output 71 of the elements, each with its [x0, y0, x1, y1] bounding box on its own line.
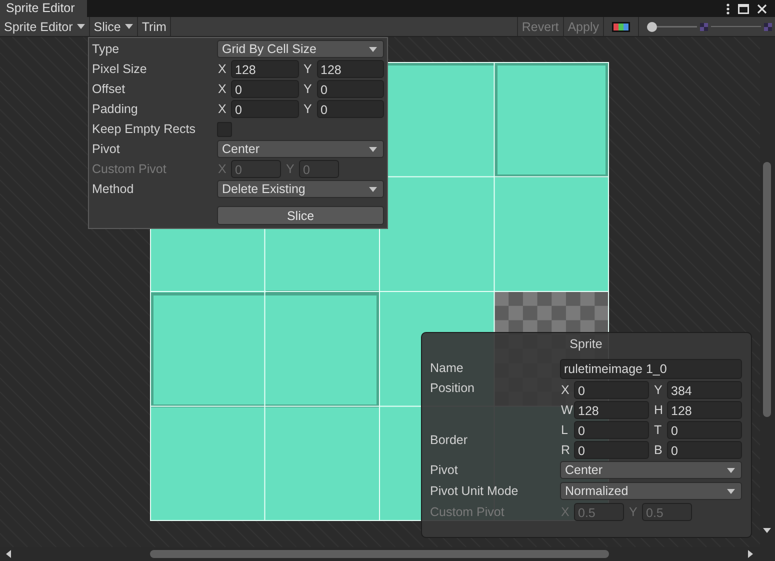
- field-label: Pivot: [430, 462, 459, 479]
- field-label: Pivot Unit Mode: [430, 483, 520, 500]
- field-label: Pivot: [92, 141, 121, 158]
- window-tab[interactable]: Sprite Editor: [0, 0, 87, 17]
- field-label: Offset: [92, 81, 126, 98]
- input-field[interactable]: ruletimeimage 1_0: [560, 359, 742, 379]
- input-field[interactable]: 0: [316, 80, 384, 98]
- axis-label: X: [560, 383, 570, 397]
- input-field[interactable]: 0: [574, 381, 649, 399]
- caret-icon: [369, 46, 377, 52]
- scroll-thumb[interactable]: [150, 550, 609, 558]
- caret-icon: [369, 186, 377, 192]
- axis-label: Y: [302, 62, 313, 76]
- axis-label: T: [653, 423, 663, 437]
- caret-icon: [369, 146, 377, 152]
- input-field[interactable]: 0: [231, 100, 298, 118]
- maximize-icon: [738, 4, 749, 14]
- caret-icon: [727, 468, 735, 472]
- axis-label: Y: [302, 102, 313, 116]
- axis-label: Y: [653, 383, 664, 397]
- axis-label: W: [560, 403, 574, 417]
- caret-icon: [124, 24, 133, 29]
- slice-button[interactable]: Slice: [217, 206, 384, 225]
- axis-label: X: [217, 102, 228, 116]
- input-field[interactable]: 0: [316, 100, 384, 118]
- slider-thumb[interactable]: [647, 22, 657, 32]
- close-icon: [757, 4, 767, 14]
- field-label: Method: [92, 181, 135, 198]
- axis-label: H: [653, 403, 664, 417]
- axis-label: L: [560, 423, 569, 437]
- field-label: Border: [430, 432, 469, 448]
- down-arrow-icon: [763, 528, 771, 533]
- dropdown[interactable]: Grid By Cell Size: [217, 40, 384, 58]
- left-arrow-icon: [6, 550, 11, 558]
- field-label: Position: [430, 380, 476, 396]
- more-icon: [726, 2, 730, 14]
- axis-label: B: [653, 443, 664, 457]
- input-field[interactable]: 128: [231, 60, 298, 78]
- caret-icon: [727, 488, 735, 494]
- input-field[interactable]: 0: [574, 421, 649, 439]
- field-label: Pixel Size: [92, 61, 148, 78]
- field-label: Padding: [92, 101, 139, 118]
- color-toggle-button[interactable]: [603, 17, 639, 36]
- small-image-icon: [700, 22, 708, 30]
- panel-title: Sprite: [570, 336, 602, 353]
- input-field[interactable]: 0: [667, 441, 742, 459]
- caret-icon: [76, 24, 85, 29]
- input-field[interactable]: 128: [316, 60, 384, 78]
- field-label: Name: [430, 360, 464, 377]
- input-field[interactable]: 0: [574, 441, 649, 459]
- dropdown[interactable]: Normalized: [560, 482, 742, 500]
- input-field[interactable]: 0: [231, 80, 298, 98]
- scroll-thumb[interactable]: [763, 162, 771, 417]
- field-label: Custom Pivot: [430, 504, 506, 521]
- field-label: Custom Pivot: [92, 161, 168, 178]
- dropdown[interactable]: Center: [217, 140, 384, 158]
- input-field[interactable]: 128: [574, 401, 649, 419]
- right-arrow-icon: [748, 550, 753, 558]
- input-field[interactable]: 384: [667, 381, 742, 399]
- rgb-channels-icon: [612, 22, 630, 32]
- large-image-icon: [764, 22, 772, 30]
- input-field[interactable]: 128: [667, 401, 742, 419]
- dropdown[interactable]: Center: [560, 461, 742, 479]
- axis-label: X: [217, 82, 228, 96]
- dropdown[interactable]: Delete Existing: [217, 180, 384, 198]
- input-field[interactable]: 0: [667, 421, 742, 439]
- axis-label: R: [560, 443, 572, 457]
- field-label: Keep Empty Rects: [92, 121, 197, 138]
- field-label: Type: [92, 41, 120, 58]
- axis-label: X: [217, 62, 228, 76]
- axis-label: Y: [302, 82, 313, 96]
